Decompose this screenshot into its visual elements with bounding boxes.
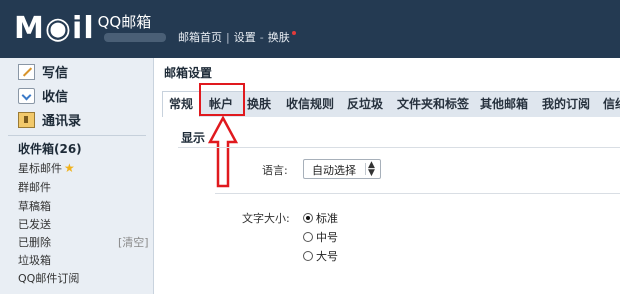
logo-wordmark: M◉il: [14, 10, 95, 46]
clear-deleted-link[interactable]: [清空]: [118, 234, 149, 250]
link-separator: |: [226, 30, 230, 44]
section-divider: [178, 147, 620, 148]
language-label: 语言:: [262, 164, 288, 177]
contacts-icon: [18, 111, 35, 128]
notification-dot: [291, 31, 296, 35]
folder-qq-subscriptions[interactable]: QQ邮件订阅: [18, 270, 79, 286]
font-size-option-large[interactable]: 大号: [303, 248, 338, 264]
up-arrow-annotation: [208, 116, 238, 188]
language-select-value: 自动选择: [312, 164, 356, 177]
radio-unchecked-icon[interactable]: [303, 232, 313, 242]
folder-spam[interactable]: 垃圾箱: [18, 252, 51, 268]
font-size-large-label: 大号: [316, 250, 338, 263]
folder-starred[interactable]: 星标邮件 ★: [18, 160, 75, 176]
tab-skin[interactable]: 换肤: [247, 92, 271, 117]
compose-icon: [18, 63, 35, 80]
top-header: M◉il QQ邮箱 邮箱首页 | 设置 - 换肤: [0, 0, 620, 58]
folder-starred-label: 星标邮件: [18, 162, 62, 175]
change-skin-link[interactable]: 换肤: [268, 29, 290, 45]
tab-stationery[interactable]: 信纸: [603, 92, 620, 117]
link-separator: -: [259, 30, 264, 44]
contacts-label: 通讯录: [42, 114, 82, 129]
language-select[interactable]: 自动选择 ▲ ▼: [303, 159, 381, 179]
tab-other-mailboxes[interactable]: 其他邮箱: [480, 92, 528, 117]
compose-button[interactable]: 写信: [18, 62, 68, 81]
sidebar: 写信 收信 通讯录 收件箱(26) 星标邮件 ★ 群邮件 草稿箱 已发送 已删除 …: [0, 58, 154, 294]
select-divider: [365, 163, 366, 175]
tab-receive-rules[interactable]: 收信规则: [286, 92, 334, 117]
settings-link[interactable]: 设置: [234, 29, 256, 45]
font-size-standard-label: 标准: [316, 212, 338, 225]
inbox-download-icon: [18, 87, 35, 104]
font-size-medium-label: 中号: [316, 231, 338, 244]
account-name-redacted: [104, 33, 166, 42]
font-size-option-medium[interactable]: 中号: [303, 229, 338, 245]
section-title-display: 显示: [181, 131, 206, 145]
receive-mail-button[interactable]: 收信: [18, 86, 68, 105]
folder-drafts[interactable]: 草稿箱: [18, 198, 51, 214]
tab-folders-labels[interactable]: 文件夹和标签: [397, 92, 469, 117]
tab-general[interactable]: 常规: [162, 92, 201, 117]
tab-my-subscriptions[interactable]: 我的订阅: [542, 92, 590, 117]
logo-product-name: QQ邮箱: [97, 12, 152, 31]
radio-unchecked-icon[interactable]: [303, 251, 313, 261]
updown-arrows-icon: ▲ ▼: [368, 160, 375, 178]
row-divider: [215, 193, 620, 194]
page-title: 邮箱设置: [164, 66, 213, 80]
folder-inbox[interactable]: 收件箱(26): [18, 140, 82, 157]
folder-group-mail[interactable]: 群邮件: [18, 179, 51, 195]
header-links: 邮箱首页 | 设置 - 换肤: [178, 29, 296, 45]
font-size-option-standard[interactable]: 标准: [303, 210, 338, 226]
contacts-button[interactable]: 通讯录: [18, 110, 81, 129]
account-tab-highlight: [199, 83, 245, 116]
folder-sent[interactable]: 已发送: [18, 216, 51, 232]
tab-anti-spam[interactable]: 反垃圾: [347, 92, 383, 117]
receive-mail-label: 收信: [42, 90, 69, 105]
star-icon: ★: [64, 161, 75, 175]
compose-label: 写信: [42, 66, 69, 81]
sidebar-divider: [8, 135, 146, 136]
font-size-label: 文字大小:: [242, 212, 290, 225]
radio-checked-icon[interactable]: [303, 213, 313, 223]
mailbox-home-link[interactable]: 邮箱首页: [178, 29, 222, 45]
folder-deleted[interactable]: 已删除: [18, 234, 51, 250]
